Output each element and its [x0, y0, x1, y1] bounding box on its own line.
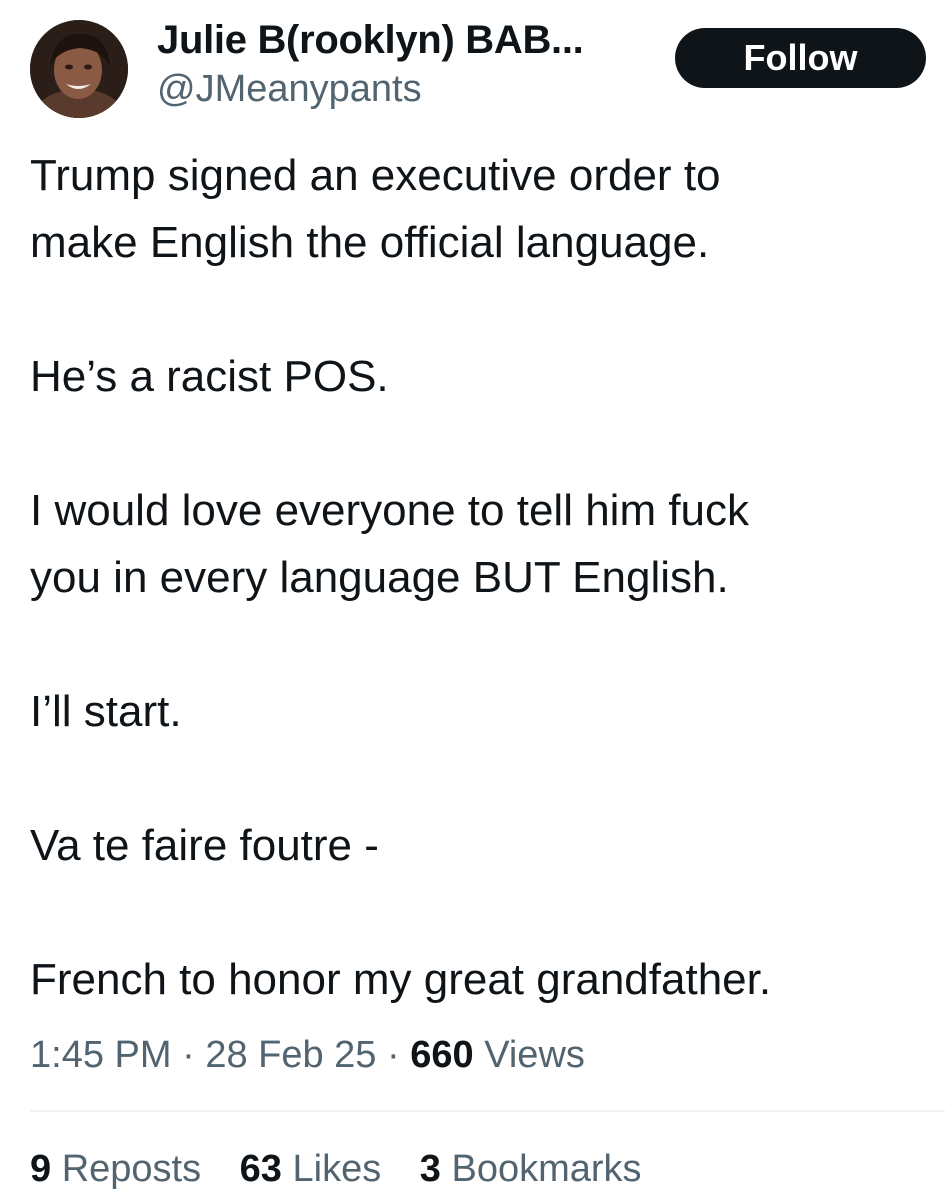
tweet-meta: 1:45 PM · 28 Feb 25 · 660 Views — [30, 1030, 585, 1080]
tweet-line: He’s a racist POS. — [30, 352, 389, 401]
tweet-line: Trump signed an executive order to — [30, 151, 721, 200]
avatar[interactable] — [30, 20, 128, 118]
reposts-label: Reposts — [61, 1148, 202, 1190]
tweet-time[interactable]: 1:45 PM — [30, 1034, 172, 1076]
views-count: 660 — [410, 1034, 474, 1076]
avatar-image — [30, 20, 128, 118]
tweet-text: Trump signed an executive order to make … — [30, 142, 930, 1013]
likes-count: 63 — [239, 1148, 282, 1190]
bookmarks-stat[interactable]: 3 Bookmarks — [420, 1144, 642, 1194]
meta-separator: · — [182, 1034, 195, 1076]
divider — [30, 1110, 945, 1112]
follow-button[interactable]: Follow — [675, 28, 926, 88]
tweet-line: Va te faire foutre - — [30, 821, 379, 870]
tweet-line: I would love everyone to tell him fuck — [30, 486, 750, 535]
bookmarks-label: Bookmarks — [451, 1148, 642, 1190]
tweet-line: make English the official language. — [30, 218, 710, 267]
tweet-header: Julie B(rooklyn) BAB... @JMeanypants Fol… — [0, 0, 945, 130]
meta-separator: · — [387, 1034, 400, 1076]
author-handle[interactable]: @JMeanypants — [157, 66, 422, 112]
likes-stat[interactable]: 63 Likes — [240, 1144, 382, 1194]
reposts-stat[interactable]: 9 Reposts — [30, 1144, 201, 1194]
views-label: Views — [484, 1034, 585, 1076]
reposts-count: 9 — [30, 1148, 52, 1190]
bookmarks-count: 3 — [419, 1148, 441, 1190]
tweet-line: I’ll start. — [30, 687, 182, 736]
tweet-line: French to honor my great grandfather. — [30, 955, 772, 1004]
likes-label: Likes — [292, 1148, 382, 1190]
tweet-line: you in every language BUT English. — [30, 553, 729, 602]
engagement-stats: 9 Reposts 63 Likes 3 Bookmarks — [30, 1144, 670, 1194]
tweet-date[interactable]: 28 Feb 25 — [205, 1034, 376, 1076]
author-display-name[interactable]: Julie B(rooklyn) BAB... — [157, 16, 584, 64]
